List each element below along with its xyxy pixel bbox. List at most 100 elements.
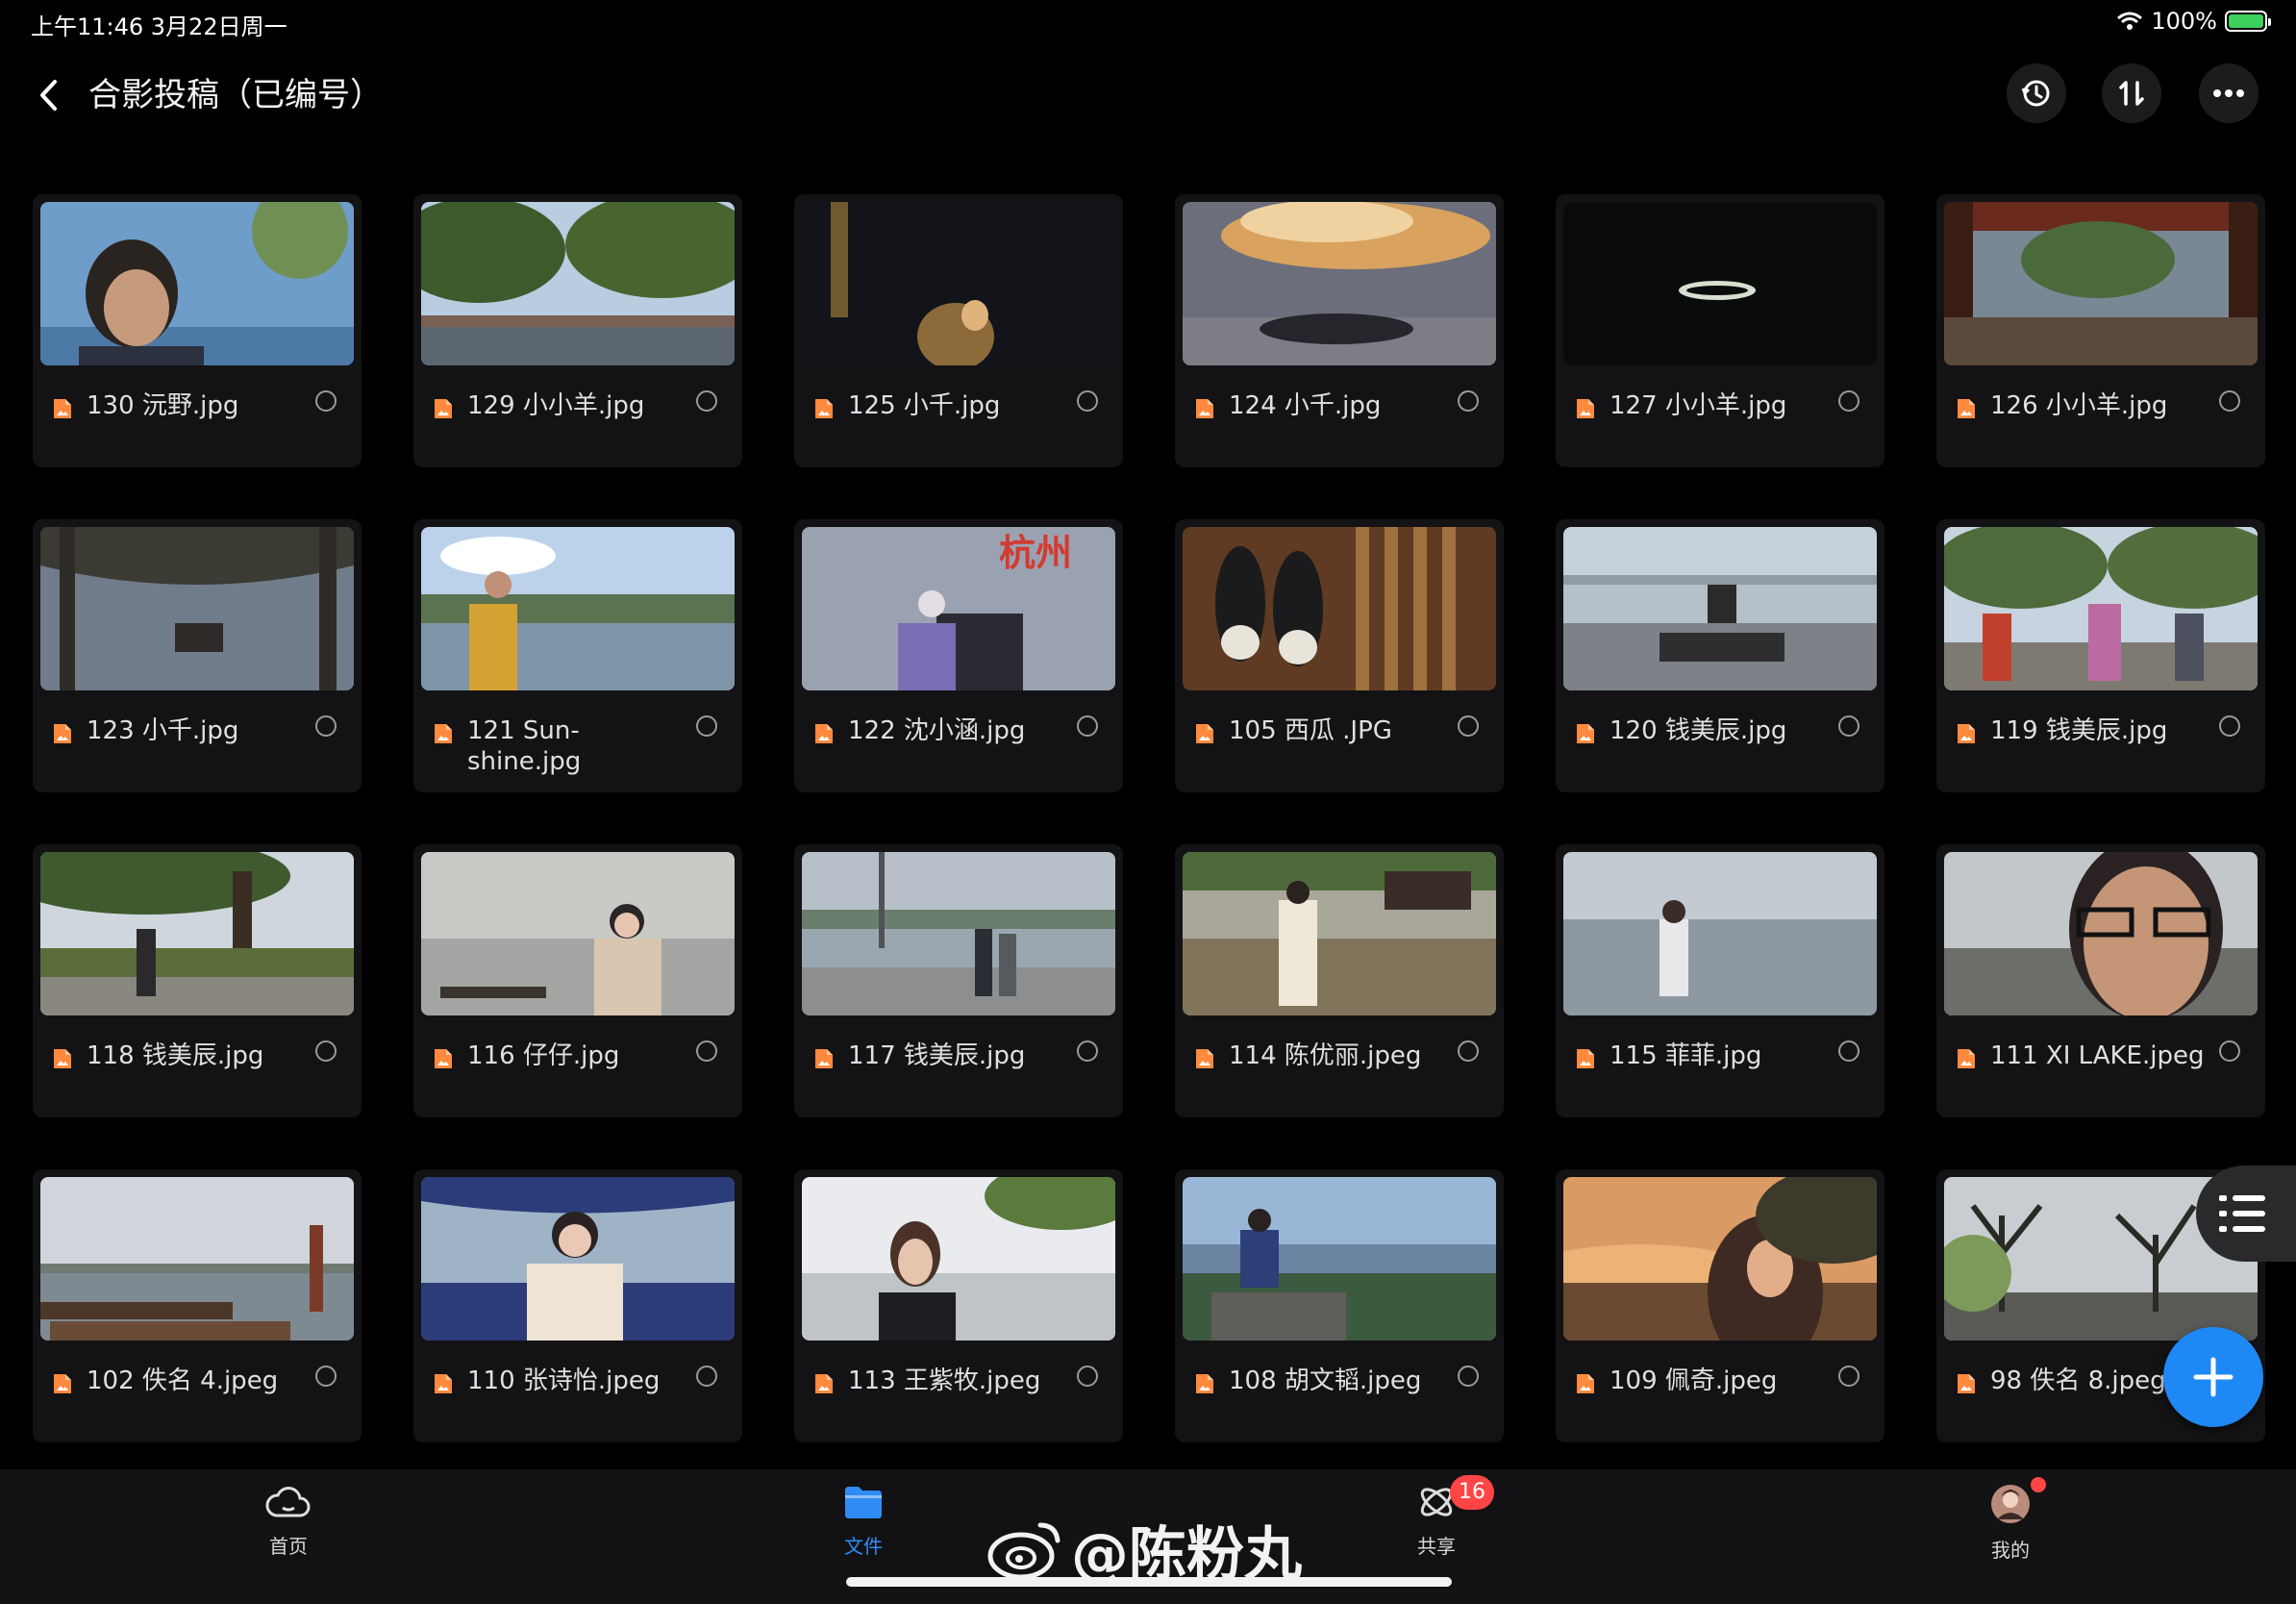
file-card[interactable]: 125 小千.jpg	[794, 194, 1123, 467]
file-card[interactable]: 115 菲菲.jpg	[1556, 844, 1884, 1117]
select-radio[interactable]	[696, 390, 717, 412]
select-radio[interactable]	[1838, 715, 1859, 737]
file-thumbnail[interactable]	[40, 527, 354, 690]
file-name: 123 小千.jpg	[87, 716, 239, 745]
file-card[interactable]: 127 小小羊.jpg	[1556, 194, 1884, 467]
file-card[interactable]: 杭州 122 沈小涵.jpg	[794, 519, 1123, 792]
battery-icon	[2225, 11, 2271, 32]
select-radio[interactable]	[696, 1366, 717, 1387]
select-radio[interactable]	[315, 390, 337, 412]
image-file-icon	[435, 1374, 452, 1393]
file-card[interactable]: 121 Sun-shine.jpg	[413, 519, 742, 792]
select-radio[interactable]	[1458, 390, 1479, 412]
select-radio[interactable]	[1077, 1366, 1098, 1387]
status-bar: 上午11:46 3月22日周一 100%	[0, 0, 2296, 46]
image-file-icon	[1577, 399, 1594, 418]
file-name: 125 小千.jpg	[848, 391, 1001, 420]
file-name-row: 114 陈优丽.jpeg	[1194, 1040, 1454, 1071]
share-badge: 16	[1450, 1475, 1494, 1510]
home-indicator[interactable]	[846, 1577, 1452, 1587]
file-thumbnail[interactable]	[1563, 852, 1877, 1015]
select-radio[interactable]	[315, 1040, 337, 1062]
file-thumbnail[interactable]	[1944, 202, 2258, 365]
file-name: 118 钱美辰.jpg	[87, 1041, 264, 1070]
tab-home[interactable]: 首页	[231, 1483, 346, 1559]
file-name-row: 111 XI LAKE.jpeg	[1956, 1040, 2215, 1071]
select-radio[interactable]	[1077, 715, 1098, 737]
tab-me[interactable]: 我的	[1953, 1483, 2068, 1563]
file-card[interactable]: 118 钱美辰.jpg	[33, 844, 362, 1117]
file-thumbnail[interactable]	[40, 1177, 354, 1341]
select-radio[interactable]	[315, 1366, 337, 1387]
plus-icon	[2193, 1357, 2234, 1397]
file-thumbnail[interactable]	[40, 202, 354, 365]
select-radio[interactable]	[1458, 1366, 1479, 1387]
select-radio[interactable]	[1077, 1040, 1098, 1062]
file-card[interactable]: 130 沅野.jpg	[33, 194, 362, 467]
file-thumbnail[interactable]	[802, 1177, 1115, 1341]
select-radio[interactable]	[696, 715, 717, 737]
file-card[interactable]: 126 小小羊.jpg	[1936, 194, 2265, 467]
file-card[interactable]: 119 钱美辰.jpg	[1936, 519, 2265, 792]
file-card[interactable]: 117 钱美辰.jpg	[794, 844, 1123, 1117]
sort-button[interactable]	[2102, 63, 2161, 123]
select-radio[interactable]	[2219, 1040, 2240, 1062]
file-thumbnail[interactable]	[802, 202, 1115, 365]
file-name: 130 沅野.jpg	[87, 391, 239, 420]
file-thumbnail[interactable]	[1183, 202, 1496, 365]
file-name-row: 130 沅野.jpg	[52, 390, 312, 421]
select-radio[interactable]	[1077, 390, 1098, 412]
select-radio[interactable]	[2219, 715, 2240, 737]
file-name: 115 菲菲.jpg	[1610, 1041, 1762, 1070]
file-card[interactable]: 108 胡文韬.jpeg	[1175, 1169, 1504, 1442]
file-thumbnail[interactable]	[421, 202, 735, 365]
tab-files[interactable]: 文件	[806, 1483, 921, 1559]
select-radio[interactable]	[2219, 390, 2240, 412]
file-name: 114 陈优丽.jpeg	[1229, 1041, 1422, 1070]
file-thumbnail[interactable]	[421, 1177, 735, 1341]
select-radio[interactable]	[1838, 390, 1859, 412]
file-thumbnail[interactable]	[1183, 527, 1496, 690]
file-card[interactable]: 129 小小羊.jpg	[413, 194, 742, 467]
file-card[interactable]: 105 西瓜 .JPG	[1175, 519, 1504, 792]
file-thumbnail[interactable]: 杭州	[802, 527, 1115, 690]
file-thumbnail[interactable]	[1183, 852, 1496, 1015]
select-radio[interactable]	[1458, 1040, 1479, 1062]
add-button[interactable]	[2163, 1327, 2263, 1427]
more-button[interactable]	[2199, 63, 2259, 123]
file-card[interactable]: 124 小千.jpg	[1175, 194, 1504, 467]
back-button[interactable]	[29, 71, 67, 119]
file-thumbnail[interactable]	[1563, 1177, 1877, 1341]
file-card[interactable]: 114 陈优丽.jpeg	[1175, 844, 1504, 1117]
history-icon	[2021, 80, 2050, 107]
file-thumbnail[interactable]	[1183, 1177, 1496, 1341]
file-card[interactable]: 113 王紫牧.jpeg	[794, 1169, 1123, 1442]
file-name: 110 张诗怡.jpeg	[467, 1366, 661, 1395]
file-thumbnail[interactable]	[421, 852, 735, 1015]
image-file-icon	[815, 1049, 833, 1068]
file-thumbnail[interactable]	[1563, 527, 1877, 690]
select-radio[interactable]	[696, 1040, 717, 1062]
file-thumbnail[interactable]	[40, 852, 354, 1015]
file-name: 120 钱美辰.jpg	[1610, 716, 1787, 745]
file-thumbnail[interactable]	[421, 527, 735, 690]
list-icon	[2219, 1195, 2265, 1232]
file-thumbnail[interactable]	[1944, 527, 2258, 690]
file-card[interactable]: 116 仔仔.jpg	[413, 844, 742, 1117]
file-card[interactable]: 120 钱美辰.jpg	[1556, 519, 1884, 792]
select-radio[interactable]	[315, 715, 337, 737]
select-radio[interactable]	[1838, 1040, 1859, 1062]
select-radio[interactable]	[1838, 1366, 1859, 1387]
file-card[interactable]: 111 XI LAKE.jpeg	[1936, 844, 2265, 1117]
file-card[interactable]: 109 佩奇.jpeg	[1556, 1169, 1884, 1442]
file-thumbnail[interactable]	[802, 852, 1115, 1015]
history-button[interactable]	[2007, 63, 2066, 123]
sort-icon	[2119, 81, 2144, 106]
file-thumbnail[interactable]	[1563, 202, 1877, 365]
select-radio[interactable]	[1458, 715, 1479, 737]
file-thumbnail[interactable]	[1944, 852, 2258, 1015]
file-card[interactable]: 110 张诗怡.jpeg	[413, 1169, 742, 1442]
file-card[interactable]: 123 小千.jpg	[33, 519, 362, 792]
file-card[interactable]: 102 佚名 4.jpeg	[33, 1169, 362, 1442]
list-toggle-button[interactable]	[2196, 1165, 2296, 1262]
